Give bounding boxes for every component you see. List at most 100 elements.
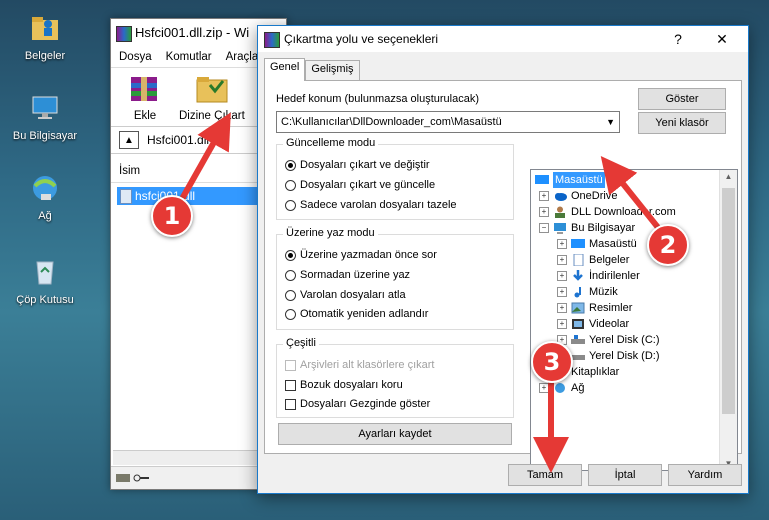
tree-item-pc-desktop[interactable]: + Masaüstü: [557, 236, 637, 252]
option-label: Sadece varolan dosyaları tazele: [300, 199, 457, 211]
expand-icon[interactable]: +: [557, 287, 567, 297]
archive-path: Hsfci001.dll: [147, 133, 210, 147]
expand-icon[interactable]: +: [557, 239, 567, 249]
desktop-icon-computer[interactable]: Bu Bilgisayar: [5, 92, 85, 142]
expand-icon[interactable]: +: [539, 207, 549, 217]
desktop-icon-label: Çöp Kutusu: [16, 294, 74, 306]
expand-icon[interactable]: +: [539, 191, 549, 201]
close-button[interactable]: ✕: [702, 26, 742, 52]
radio-refresh-existing[interactable]: Sadece varolan dosyaları tazele: [285, 199, 457, 211]
destination-path-value: C:\Kullanıcılar\DllDownloader_com\Masaüs…: [281, 116, 502, 128]
tree-item-downloads[interactable]: + İndirilenler: [557, 268, 640, 284]
menu-tools[interactable]: Araçla: [226, 51, 259, 63]
extract-to-label: Dizine Çıkart: [179, 110, 245, 122]
radio-unselected[interactable]: [285, 179, 296, 191]
tree-item-network[interactable]: + Ağ: [539, 380, 584, 396]
tree-label: İndirilenler: [589, 270, 640, 282]
overwrite-mode-title: Üzerine yaz modu: [283, 227, 378, 239]
winrar-icon: [264, 32, 280, 48]
add-button[interactable]: Ekle: [125, 71, 165, 126]
radio-selected[interactable]: [285, 159, 296, 171]
expand-icon[interactable]: +: [557, 271, 567, 281]
radio-selected[interactable]: [285, 249, 296, 261]
tree-label: Belgeler: [589, 254, 630, 266]
user-icon: [555, 206, 565, 218]
radio-extract-update[interactable]: Dosyaları çıkart ve güncelle: [285, 179, 435, 191]
option-label: Dosyaları Gezginde göster: [300, 398, 431, 410]
expand-icon[interactable]: +: [557, 303, 567, 313]
tree-item-videos[interactable]: + Videolar: [557, 316, 629, 332]
menu-file[interactable]: Dosya: [119, 51, 152, 63]
show-button[interactable]: Göster: [638, 88, 726, 110]
tab-advanced[interactable]: Gelişmiş: [305, 60, 360, 81]
save-settings-button[interactable]: Ayarları kaydet: [278, 423, 512, 445]
tree-label: Masaüstü: [553, 172, 605, 188]
tree-item-disk-c[interactable]: + Yerel Disk (C:): [557, 332, 660, 348]
tree-item-documents[interactable]: + Belgeler: [557, 252, 629, 268]
tree-item-pictures[interactable]: + Resimler: [557, 300, 632, 316]
downloads-icon: [573, 270, 583, 281]
desktop-icon: [535, 175, 549, 184]
dialog-titlebar[interactable]: Çıkartma yolu ve seçenekleri ? ✕: [258, 26, 748, 52]
option-label: Varolan dosyaları atla: [300, 289, 406, 301]
collapse-icon[interactable]: −: [539, 223, 549, 233]
radio-ask-before-overwrite[interactable]: Üzerine yazmadan önce sor: [285, 249, 437, 261]
computer-icon: [32, 96, 58, 119]
checkbox-show-in-explorer[interactable]: Dosyaları Gezginde göster: [285, 398, 430, 410]
tree-item-user[interactable]: + DLL Downloader.com: [539, 204, 676, 220]
desktop-icon-network[interactable]: Ağ: [5, 172, 85, 222]
tree-vertical-scrollbar[interactable]: ▲ ▼: [719, 170, 737, 470]
cancel-button[interactable]: İptal: [588, 464, 662, 486]
overwrite-mode-group: Üzerine yaz modu Üzerine yazmadan önce s…: [276, 227, 514, 330]
help-title-button[interactable]: ?: [658, 26, 698, 52]
misc-group: Çeşitli Arşivleri alt klasörlere çıkart …: [276, 337, 514, 418]
add-archive-icon: [131, 77, 157, 101]
tree-item-onedrive[interactable]: + OneDrive: [539, 188, 617, 204]
radio-unselected[interactable]: [285, 199, 296, 211]
chevron-down-icon[interactable]: ▼: [606, 112, 615, 132]
scroll-thumb[interactable]: [722, 188, 735, 414]
tree-label: OneDrive: [571, 190, 618, 202]
update-mode-title: Güncelleme modu: [283, 137, 379, 149]
menu-commands[interactable]: Komutlar: [166, 51, 212, 63]
radio-skip-existing[interactable]: Varolan dosyaları atla: [285, 289, 406, 301]
checkbox[interactable]: [285, 398, 296, 410]
documents-icon: [573, 254, 584, 266]
up-folder-button[interactable]: ▲: [119, 131, 139, 149]
archiver-title: Hsfci001.dll.zip - Wi: [135, 25, 250, 40]
help-button[interactable]: Yardım: [668, 464, 742, 486]
radio-extract-replace[interactable]: Dosyaları çıkart ve değiştir: [285, 159, 430, 171]
folder-tree[interactable]: Masaüstü + OneDrive + DLL Downloader.com…: [530, 169, 738, 471]
dll-file-icon: [120, 189, 132, 204]
expand-icon[interactable]: +: [557, 319, 567, 329]
expand-icon[interactable]: +: [539, 383, 549, 393]
expand-icon[interactable]: +: [557, 255, 567, 265]
network-icon: [33, 176, 57, 200]
tree-label: Resimler: [589, 302, 633, 314]
radio-rename-automatically[interactable]: Otomatik yeniden adlandır: [285, 308, 428, 320]
radio-unselected[interactable]: [285, 289, 296, 301]
tree-item-music[interactable]: + Müzik: [557, 284, 618, 300]
tab-general[interactable]: Genel: [264, 58, 306, 81]
radio-overwrite-without-prompt[interactable]: Sormadan üzerine yaz: [285, 269, 410, 281]
general-tab-panel: Hedef konum (bulunmazsa oluşturulacak) C…: [264, 80, 742, 471]
scroll-up-icon[interactable]: ▲: [720, 172, 737, 181]
step-callout-2: 2: [647, 224, 689, 266]
checkbox[interactable]: [285, 379, 296, 391]
tree-item-desktop[interactable]: Masaüstü: [535, 172, 605, 188]
desktop-icon-documents[interactable]: Belgeler: [5, 12, 85, 62]
extract-to-button[interactable]: Dizine Çıkart: [179, 71, 245, 126]
desktop-icon-recycle-bin[interactable]: Çöp Kutusu: [5, 256, 85, 306]
radio-unselected[interactable]: [285, 269, 296, 281]
radio-unselected[interactable]: [285, 308, 296, 320]
tree-item-this-pc[interactable]: − Bu Bilgisayar: [539, 220, 635, 236]
music-icon: [574, 287, 581, 298]
update-mode-group: Güncelleme modu Dosyaları çıkart ve deği…: [276, 137, 514, 220]
file-row[interactable]: hsfci001.dll: [117, 187, 280, 205]
ok-button[interactable]: Tamam: [508, 464, 582, 486]
checkbox-keep-broken-files[interactable]: Bozuk dosyaları koru: [285, 379, 403, 391]
destination-path-combobox[interactable]: C:\Kullanıcılar\DllDownloader_com\Masaüs…: [276, 111, 620, 133]
new-folder-button[interactable]: Yeni klasör: [638, 112, 726, 134]
tree-label: Kitaplıklar: [571, 366, 620, 378]
tree-label: Masaüstü: [589, 238, 637, 250]
